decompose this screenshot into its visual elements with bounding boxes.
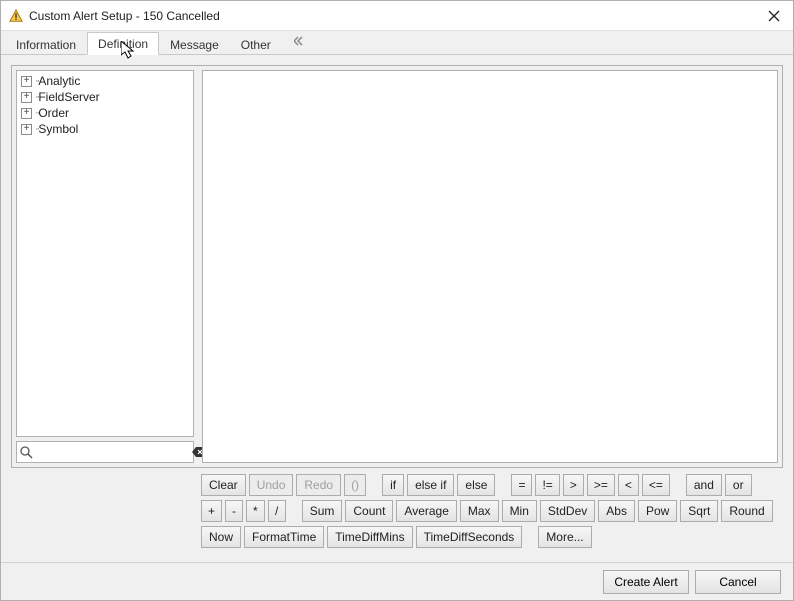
tab-other[interactable]: Other: [230, 33, 282, 55]
clear-button[interactable]: Clear: [201, 474, 246, 496]
min-button[interactable]: Min: [502, 500, 537, 522]
tab-definition[interactable]: Definition: [87, 32, 159, 55]
close-icon[interactable]: [763, 5, 785, 27]
timediffseconds-button[interactable]: TimeDiffSeconds: [416, 526, 523, 548]
lte-button[interactable]: <=: [642, 474, 670, 496]
neq-button[interactable]: !=: [535, 474, 559, 496]
if-button[interactable]: if: [382, 474, 404, 496]
undo-button[interactable]: Undo: [249, 474, 294, 496]
formattime-button[interactable]: FormatTime: [244, 526, 324, 548]
toolbar-row-1: Clear Undo Redo () if else if else = != …: [201, 474, 783, 496]
window-warning-icon: [9, 9, 23, 23]
sqrt-button[interactable]: Sqrt: [680, 500, 718, 522]
gte-button[interactable]: >=: [587, 474, 615, 496]
tree-label: Analytic: [38, 74, 80, 88]
search-row: [16, 441, 194, 463]
window-root: Custom Alert Setup - 150 Cancelled Infor…: [0, 0, 794, 601]
lt-button[interactable]: <: [618, 474, 639, 496]
tree-label: Symbol: [38, 122, 78, 136]
expander-icon[interactable]: +: [21, 76, 32, 87]
round-button[interactable]: Round: [721, 500, 772, 522]
search-input[interactable]: [33, 444, 192, 460]
main-panels: +·· Analytic +·· FieldServer +·· Order +…: [11, 65, 783, 468]
max-button[interactable]: Max: [460, 500, 499, 522]
tab-message[interactable]: Message: [159, 33, 230, 55]
minus-button[interactable]: -: [225, 500, 243, 522]
tree-item-fieldserver[interactable]: +·· FieldServer: [21, 89, 189, 105]
titlebar: Custom Alert Setup - 150 Cancelled: [1, 1, 793, 31]
content-area: +·· Analytic +·· FieldServer +·· Order +…: [1, 55, 793, 562]
plus-button[interactable]: +: [201, 500, 222, 522]
field-tree[interactable]: +·· Analytic +·· FieldServer +·· Order +…: [16, 70, 194, 437]
count-button[interactable]: Count: [345, 500, 393, 522]
div-button[interactable]: /: [268, 500, 286, 522]
tabstrip: Information Definition Message Other: [1, 31, 793, 55]
toolbar-row-3: Now FormatTime TimeDiffMins TimeDiffSeco…: [201, 526, 783, 548]
expression-editor[interactable]: [202, 70, 778, 463]
expander-icon[interactable]: +: [21, 108, 32, 119]
abs-button[interactable]: Abs: [598, 500, 635, 522]
stddev-button[interactable]: StdDev: [540, 500, 595, 522]
tab-nav-back-icon[interactable]: [288, 31, 312, 54]
footer: Create Alert Cancel: [1, 562, 793, 600]
toolbar-row-2: + - * / Sum Count Average Max Min StdDev…: [201, 500, 783, 522]
or-button[interactable]: or: [725, 474, 752, 496]
toolbar-rows: Clear Undo Redo () if else if else = != …: [201, 468, 783, 552]
timediffmins-button[interactable]: TimeDiffMins: [327, 526, 412, 548]
search-icon: [19, 445, 33, 459]
window-title: Custom Alert Setup - 150 Cancelled: [29, 9, 220, 23]
and-button[interactable]: and: [686, 474, 722, 496]
left-panel: +·· Analytic +·· FieldServer +·· Order +…: [16, 70, 194, 463]
tab-information[interactable]: Information: [5, 33, 87, 55]
gt-button[interactable]: >: [563, 474, 584, 496]
redo-button[interactable]: Redo: [296, 474, 341, 496]
else-button[interactable]: else: [457, 474, 495, 496]
eq-button[interactable]: =: [511, 474, 532, 496]
tree-label: FieldServer: [38, 90, 99, 104]
mul-button[interactable]: *: [246, 500, 265, 522]
more-button[interactable]: More...: [538, 526, 591, 548]
expander-icon[interactable]: +: [21, 92, 32, 103]
tree-item-order[interactable]: +·· Order: [21, 105, 189, 121]
tree-item-analytic[interactable]: +·· Analytic: [21, 73, 189, 89]
tree-item-symbol[interactable]: +·· Symbol: [21, 121, 189, 137]
cancel-button[interactable]: Cancel: [695, 570, 781, 594]
expander-icon[interactable]: +: [21, 124, 32, 135]
pow-button[interactable]: Pow: [638, 500, 677, 522]
now-button[interactable]: Now: [201, 526, 241, 548]
tree-label: Order: [38, 106, 69, 120]
average-button[interactable]: Average: [396, 500, 456, 522]
create-alert-button[interactable]: Create Alert: [603, 570, 689, 594]
elseif-button[interactable]: else if: [407, 474, 454, 496]
paren-button[interactable]: (): [344, 474, 366, 496]
sum-button[interactable]: Sum: [302, 500, 343, 522]
editor-panel: [202, 70, 778, 463]
